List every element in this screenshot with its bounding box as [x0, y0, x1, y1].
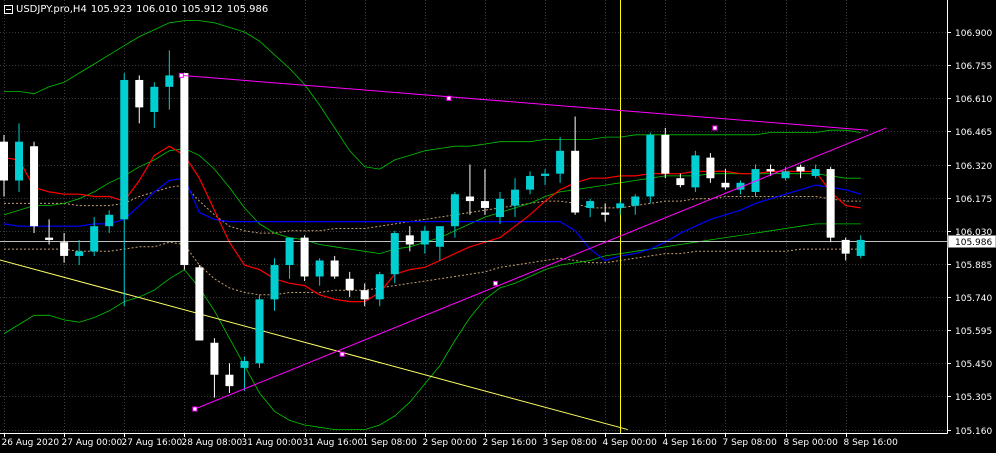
trendline-anchor-point[interactable]	[712, 125, 718, 131]
candle-body	[826, 169, 835, 238]
candle-body	[195, 267, 204, 341]
candle-body	[480, 201, 489, 208]
low-value: 105.912	[181, 3, 223, 15]
chart-background	[0, 0, 996, 453]
candle-body	[180, 73, 189, 266]
candle-body	[165, 75, 174, 87]
trendline-anchor-point[interactable]	[446, 95, 452, 101]
x-tick-label: 7 Sep 08:00	[723, 438, 778, 448]
y-tick-label: 105.595	[955, 327, 992, 337]
y-tick-label: 106.755	[955, 62, 992, 72]
x-tick-label: 26 Aug 2020	[2, 438, 60, 448]
candle-body	[210, 342, 219, 375]
price-chart[interactable]: 106.900 106.755 106.610 106.465 106.320 106.1…	[0, 0, 996, 453]
x-tick-label: 28 Aug 08:00	[182, 438, 243, 448]
candle-body	[661, 134, 670, 174]
high-value: 106.010	[136, 3, 178, 15]
y-tick-label: 105.305	[955, 393, 992, 403]
candle-body	[721, 182, 730, 188]
candle-body	[75, 251, 84, 256]
candle-body	[255, 299, 264, 364]
trendline-anchor-point[interactable]	[339, 351, 345, 357]
y-tick-label: 106.900	[955, 29, 992, 39]
y-tick-label: 106.610	[955, 95, 992, 105]
x-tick-label: 8 Sep 16:00	[844, 438, 899, 448]
candle-body	[330, 260, 339, 277]
candle-body	[120, 79, 129, 220]
candle-body	[435, 226, 444, 247]
candle-body	[465, 196, 474, 202]
x-tick-label: 27 Aug 16:00	[122, 438, 183, 448]
close-value: 105.986	[226, 3, 269, 15]
candle-body	[856, 239, 865, 256]
candle-body	[601, 212, 610, 215]
candle-body	[511, 189, 520, 206]
candle-body	[390, 233, 399, 275]
x-tick-label: 31 Aug 16:00	[303, 438, 364, 448]
y-tick-label: 106.175	[955, 195, 992, 205]
candle-body	[60, 242, 69, 256]
candle-body	[450, 194, 459, 227]
candle-body	[811, 169, 820, 176]
candle-body	[706, 157, 715, 179]
candle-body	[270, 265, 279, 300]
candle-body	[796, 166, 805, 172]
candle-body	[495, 198, 504, 218]
candle-body	[135, 79, 144, 108]
x-tick-label: 3 Sep 08:00	[543, 438, 598, 448]
y-tick-label: 105.160	[955, 427, 992, 437]
chart-header: USDJPY.pro,H4 105.923 106.010 105.912 10…	[4, 2, 272, 16]
x-tick-label: 27 Aug 00:00	[62, 438, 123, 448]
candle-body	[105, 214, 114, 227]
candle-body	[375, 274, 384, 300]
y-tick-label: 106.465	[955, 128, 992, 138]
candle-body	[240, 361, 249, 368]
current-price-label: 105.986	[955, 238, 992, 248]
x-tick-label: 1 Sep 08:00	[363, 438, 418, 448]
candle-body	[526, 175, 535, 190]
y-tick-label: 105.885	[955, 261, 992, 271]
candle-body	[646, 134, 655, 197]
candle-body	[150, 86, 159, 112]
open-value: 105.923	[90, 3, 133, 15]
trendline-anchor-point[interactable]	[492, 280, 498, 286]
y-tick-label: 105.450	[955, 360, 992, 370]
x-tick-label: 2 Sep 16:00	[483, 438, 538, 448]
candle-body	[766, 169, 775, 172]
candle-body	[691, 155, 700, 188]
symbol-label: USDJPY.pro,H4	[16, 3, 87, 15]
candle-body	[676, 178, 685, 186]
x-tick-label: 8 Sep 00:00	[784, 438, 839, 448]
candle-body	[841, 239, 850, 254]
candle-body	[45, 237, 54, 240]
trendline-anchor-point[interactable]	[192, 406, 198, 412]
candle-body	[631, 196, 640, 206]
candle-body	[15, 141, 24, 181]
candle-body	[556, 150, 565, 174]
candle-body	[586, 201, 595, 208]
candle-body	[571, 150, 580, 213]
candle-body	[285, 237, 294, 266]
candle-body	[30, 146, 39, 227]
candle-body	[616, 203, 625, 208]
y-tick-label: 105.740	[955, 294, 992, 304]
candle-body	[420, 230, 429, 245]
candle-body	[90, 226, 99, 252]
y-tick-label: 106.320	[955, 162, 992, 172]
candle-body	[781, 171, 790, 179]
candle-body	[0, 141, 8, 181]
x-tick-label: 31 Aug 00:00	[242, 438, 303, 448]
x-tick-label: 2 Sep 00:00	[423, 438, 478, 448]
x-tick-label: 4 Sep 00:00	[603, 438, 658, 448]
chart-window-icon	[4, 4, 13, 14]
candle-body	[345, 278, 354, 291]
candle-body	[405, 235, 414, 245]
candle-body	[315, 260, 324, 277]
candle-body	[225, 374, 234, 387]
x-tick-label: 4 Sep 16:00	[663, 438, 718, 448]
candle-body	[360, 290, 369, 300]
candle-body	[541, 173, 550, 176]
candle-body	[300, 237, 309, 277]
trendline-anchor-point[interactable]	[178, 72, 184, 78]
